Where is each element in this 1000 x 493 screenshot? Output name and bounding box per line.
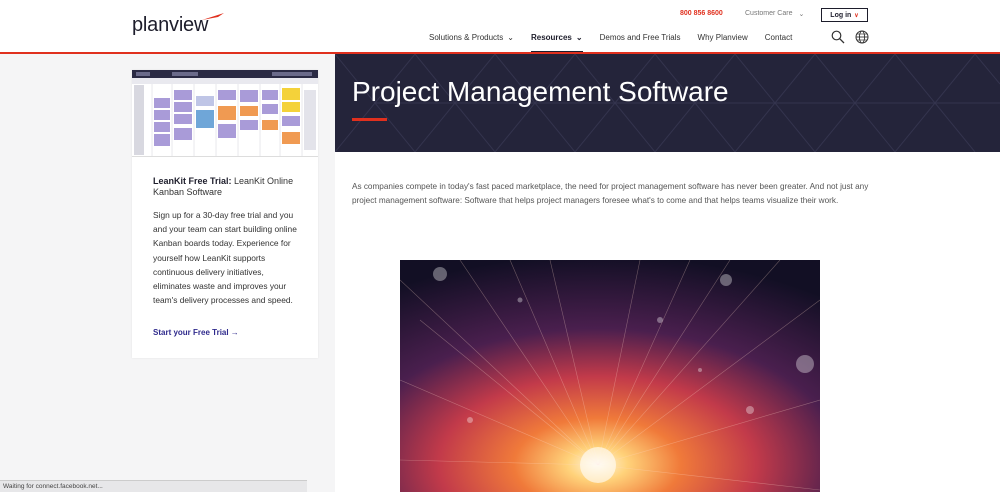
- nav-label: Solutions & Products: [429, 33, 504, 42]
- nav-demos-free-trials[interactable]: Demos and Free Trials: [600, 33, 681, 42]
- login-label: Log in: [830, 11, 852, 19]
- logo-swoosh-icon: [202, 13, 224, 20]
- nav-resources[interactable]: Resources ⌄: [530, 33, 583, 53]
- network-burst-image: [400, 260, 820, 492]
- planview-logo[interactable]: planview: [132, 13, 224, 37]
- intro-paragraph: As companies compete in today's fast pac…: [352, 182, 869, 205]
- chevron-down-icon: ⌄: [575, 33, 583, 42]
- nav-why-planview[interactable]: Why Planview: [698, 33, 748, 42]
- leankit-trial-card: LeanKit Free Trial: LeanKit Online Kanba…: [132, 70, 318, 358]
- search-icon[interactable]: [831, 30, 845, 44]
- globe-icon[interactable]: [855, 30, 869, 44]
- hero-banner: Project Management Software: [335, 54, 1000, 152]
- site-header: planview 800 856 8600 Customer Care ⌄ Lo…: [0, 0, 1000, 53]
- login-button[interactable]: Log in ∨: [821, 8, 868, 22]
- page-title: Project Management Software: [352, 76, 729, 107]
- start-free-trial-link[interactable]: Start your Free Trial →: [153, 328, 239, 337]
- customer-care-dropdown[interactable]: Customer Care ⌄: [745, 10, 804, 18]
- card-body: Sign up for a 30-day free trial and you …: [153, 210, 297, 306]
- kanban-board-screenshot: [132, 70, 318, 157]
- logo-text: planview: [132, 14, 209, 36]
- abstract-network-image: [400, 260, 820, 492]
- card-title: LeanKit Free Trial: LeanKit Online Kanba…: [153, 176, 303, 198]
- nav-label: Demos and Free Trials: [599, 33, 681, 42]
- customer-care-label: Customer Care: [745, 10, 793, 17]
- card-title-bold: LeanKit Free Trial:: [153, 176, 232, 186]
- main-nav: Solutions & Products ⌄ Resources ⌄ Demos…: [429, 33, 809, 53]
- nav-label: Why Planview: [697, 33, 748, 42]
- chevron-down-icon: ⌄: [798, 11, 805, 18]
- title-underline: [352, 118, 387, 121]
- nav-solutions-products[interactable]: Solutions & Products ⌄: [429, 33, 514, 42]
- nav-contact[interactable]: Contact: [765, 33, 793, 42]
- chevron-down-icon: ⌄: [507, 33, 514, 42]
- kanban-board-image: [132, 70, 318, 156]
- chevron-down-icon: ∨: [854, 12, 859, 19]
- nav-label: Resources: [530, 33, 572, 42]
- phone-link[interactable]: 800 856 8600: [680, 10, 723, 17]
- browser-status-bar: Waiting for connect.facebook.net...: [0, 480, 307, 492]
- nav-label: Contact: [764, 33, 793, 42]
